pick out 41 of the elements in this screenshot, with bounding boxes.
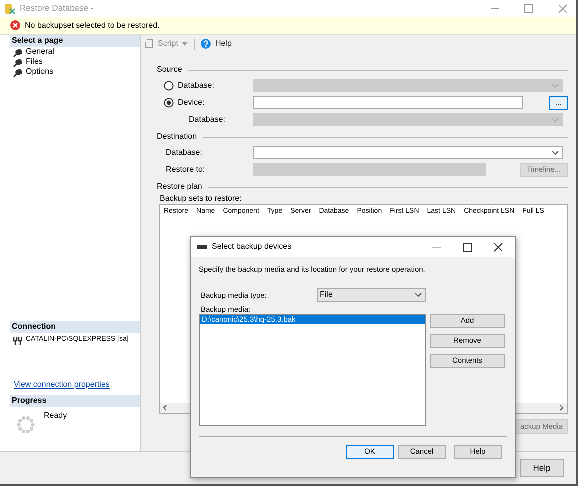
section-header: Progress [10,395,140,407]
progress-status: Ready [44,411,68,422]
radio-button[interactable] [164,98,174,108]
group-label: Restore plan [157,182,202,192]
scroll-right-icon[interactable] [560,405,564,411]
group-label: Destination [157,132,198,142]
chevron-down-icon [415,293,422,297]
dialog-title: Select backup devices [212,242,292,252]
text-field[interactable] [253,96,523,109]
spinner-icon [16,415,36,435]
group-label: Source [157,65,182,75]
dropdown[interactable] [253,146,563,159]
field-label: Backup sets to restore: [159,194,243,204]
tape-drive-icon [197,245,207,249]
media-type-dropdown[interactable]: File [317,288,426,302]
error-icon [10,20,21,31]
chevron-down-icon [552,118,559,122]
help-icon [201,39,212,49]
scroll-left-icon[interactable] [163,405,167,411]
connection-properties-link[interactable]: View connection properties [10,380,140,392]
database-icon [4,2,16,14]
chevron-down-icon [552,84,559,88]
field-label: Database: [188,114,226,124]
window-title: Restore Database - [20,3,94,14]
plug-icon [12,336,22,344]
radio-label: Device: [178,98,205,108]
chevron-down-icon [552,150,559,154]
close-icon[interactable] [494,242,503,252]
field-label: Database: [165,148,204,158]
section-header: Connection [10,321,140,333]
section-header: Select a page [10,35,140,47]
help-button[interactable]: Help [520,459,564,477]
maximize-icon[interactable] [463,242,472,252]
page-item[interactable]: Files [26,57,43,67]
page-item[interactable]: Options [26,67,54,77]
caret-icon [182,42,188,46]
help-button[interactable]: Help [201,38,232,50]
field-label: Restore to: [165,164,206,174]
radio-label: Database: [178,80,214,90]
message-text: No backupset selected to be restored. [25,20,160,30]
page-item[interactable]: General [26,47,54,57]
